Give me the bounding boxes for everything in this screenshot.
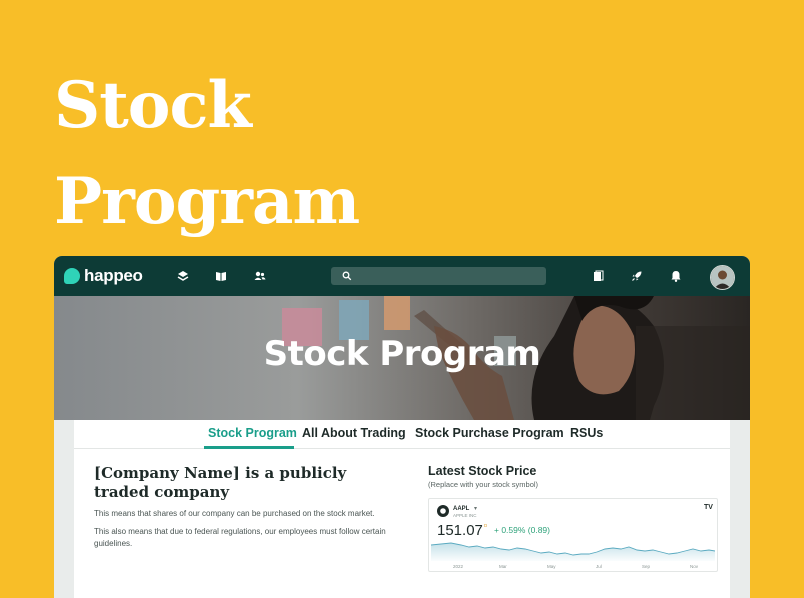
stock-price-section: Latest Stock Price (Replace with your st… bbox=[428, 464, 718, 572]
tab-rsus[interactable]: RSUs bbox=[570, 426, 603, 440]
tab-all-about-trading[interactable]: All About Trading bbox=[302, 426, 406, 440]
search-input[interactable] bbox=[331, 267, 546, 285]
axis-label-may: May bbox=[547, 564, 556, 569]
price-area bbox=[431, 543, 715, 561]
search-icon bbox=[342, 271, 352, 281]
stock-symbol: AAPL bbox=[453, 506, 470, 512]
stock-section-title: Latest Stock Price bbox=[428, 464, 537, 478]
axis-label-nov: Nov bbox=[690, 564, 699, 569]
axis-label-2022: 2022 bbox=[453, 564, 464, 569]
intro-paragraph-2: This also means that due to federal regu… bbox=[94, 527, 386, 548]
pages-icon[interactable] bbox=[591, 269, 605, 283]
apple-logo-icon bbox=[437, 505, 449, 517]
stock-section-subtitle: (Replace with your stock symbol) bbox=[428, 480, 539, 489]
page-content: Stock Program All About Trading Stock Pu… bbox=[74, 420, 730, 598]
sticky-note-image bbox=[384, 296, 410, 330]
stock-change: + 0.59% (0.89) bbox=[494, 525, 550, 535]
banner-title: Stock Program bbox=[263, 334, 541, 374]
axis-label-jul: Jul bbox=[596, 564, 602, 569]
tradingview-logo-icon: TV bbox=[704, 504, 713, 511]
page-tabs: Stock Program All About Trading Stock Pu… bbox=[74, 420, 730, 449]
stock-symbol-dropdown-icon[interactable]: ▾ bbox=[474, 506, 477, 512]
intro-paragraph-1: This means that shares of our company ca… bbox=[94, 509, 375, 518]
active-tab-indicator bbox=[204, 446, 294, 449]
happeo-logo[interactable]: happeo bbox=[64, 266, 143, 286]
axis-label-sep: Sep bbox=[642, 564, 651, 569]
logo-mark-icon bbox=[64, 268, 80, 284]
header-banner-image: Stock Program bbox=[54, 296, 750, 420]
people-icon[interactable] bbox=[253, 269, 267, 283]
intro-section: [Company Name] is a publicly traded comp… bbox=[94, 464, 394, 550]
axis-label-mar: Mar bbox=[499, 564, 507, 569]
bell-icon[interactable] bbox=[669, 269, 683, 283]
section-heading: [Company Name] is a publicly traded comp… bbox=[94, 464, 347, 501]
logo-text: happeo bbox=[84, 266, 143, 285]
stock-price: 151.07 bbox=[437, 522, 483, 539]
top-navigation-bar: happeo bbox=[54, 256, 750, 296]
rocket-icon[interactable] bbox=[630, 269, 644, 283]
tab-stock-program[interactable]: Stock Program bbox=[208, 426, 297, 440]
svg-text:TV: TV bbox=[704, 504, 713, 511]
stock-widget[interactable]: AAPL ▾ APPLE INC TV 151.07 D + 0.59% (0.… bbox=[428, 498, 718, 572]
stock-company-name: APPLE INC bbox=[453, 513, 477, 518]
app-window: happeo Stock Program Stock Program All A… bbox=[54, 256, 750, 598]
book-icon[interactable] bbox=[214, 269, 228, 283]
hero-title: Stock Program bbox=[54, 58, 360, 250]
user-avatar[interactable] bbox=[710, 265, 735, 290]
tab-stock-purchase-program[interactable]: Stock Purchase Program bbox=[415, 426, 564, 440]
layers-icon[interactable] bbox=[176, 269, 190, 283]
hero-title-line-1: Stock bbox=[54, 68, 252, 143]
currency-mark: D bbox=[484, 523, 488, 528]
hero-title-line-2: Program bbox=[54, 164, 360, 239]
